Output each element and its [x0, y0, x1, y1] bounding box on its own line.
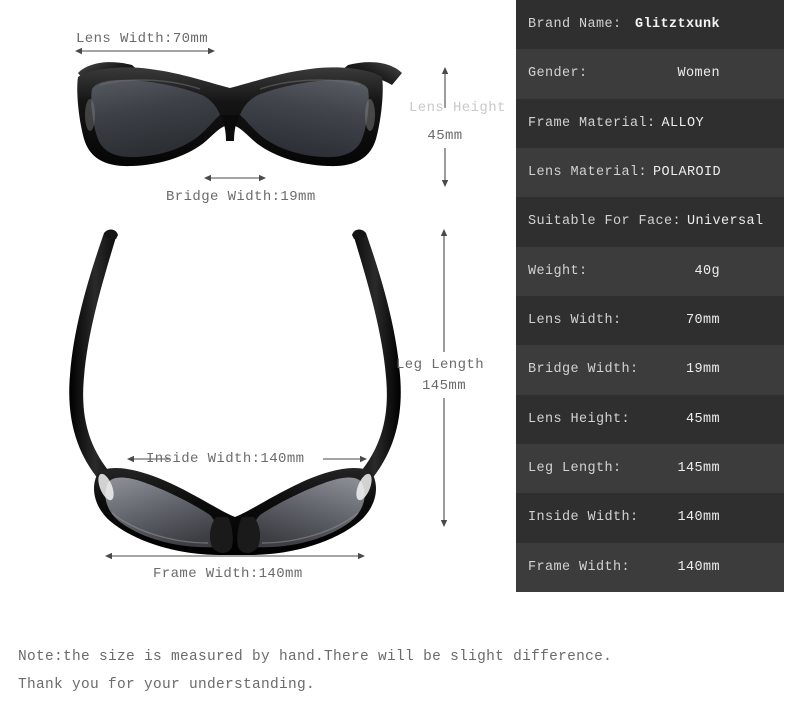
spec-value: Universal — [687, 214, 764, 230]
spec-value: 70mm — [685, 313, 720, 329]
dimension-arrows-overlay — [75, 47, 449, 560]
spec-value: 145mm — [677, 461, 720, 477]
spec-row: Lens Material: POLAROID — [516, 147, 784, 198]
specification-table: Brand Name: Glitztxunk Gender: Women Frame M… — [516, 0, 784, 592]
spec-value: 45mm — [685, 411, 720, 427]
spec-label: Suitable For Face: — [528, 214, 682, 230]
spec-row: Suitable For Face: Universal — [516, 197, 784, 247]
lens-height-value: 45mm — [427, 128, 463, 144]
spec-label: Lens Width: — [528, 313, 622, 329]
spec-value: 40g — [694, 263, 720, 279]
note-line-1: Note:the size is measured by hand.There … — [18, 649, 613, 665]
spec-label: Lens Material: — [528, 165, 648, 181]
frame-width-label: Frame Width:140mm — [153, 566, 303, 582]
spec-value: 140mm — [677, 559, 720, 575]
spec-row: Inside Width: 140mm — [516, 493, 784, 543]
spec-row: Bridge Width: 19mm — [516, 345, 784, 395]
measurement-note: Note:the size is measured by hand.There … — [18, 643, 638, 699]
spec-row: Gender: Women — [516, 49, 784, 99]
inside-width-label: Inside Width:140mm — [146, 451, 305, 467]
product-spec-sheet: Lens Width: 70mm Bridge Width: 19mm Lens H… — [0, 0, 790, 717]
spec-row: Leg Length: 145mm — [516, 443, 784, 494]
spec-value: POLAROID — [653, 165, 722, 181]
spec-label: Gender: — [528, 66, 588, 82]
lens-height-label: Lens Height — [409, 100, 506, 116]
lens-width-label: Lens Width:70mm — [76, 31, 209, 47]
leg-length-value: 145mm — [421, 378, 466, 394]
spec-label: Inside Width: — [528, 510, 639, 526]
spec-label: Frame Material: — [528, 115, 656, 131]
spec-value: Women — [677, 66, 720, 82]
spec-label: Bridge Width: — [528, 362, 639, 378]
spec-row: Frame Width: 140mm — [516, 542, 784, 592]
spec-value: 19mm — [685, 362, 720, 378]
spec-row: Frame Material: ALLOY — [516, 98, 784, 148]
spec-label: Frame Width: — [528, 559, 631, 575]
spec-label: Lens Height: — [528, 411, 631, 427]
spec-label: Brand Name: — [528, 17, 622, 33]
spec-row: Weight: 40g — [516, 246, 784, 296]
note-line-2: Thank you for your understanding. — [18, 677, 316, 693]
spec-value: 140mm — [677, 510, 720, 526]
spec-row: Brand Name: Glitztxunk — [516, 0, 784, 50]
spec-row: Lens Height: 45mm — [516, 394, 784, 444]
spec-row: Lens Width: 70mm — [516, 295, 784, 346]
leg-length-label: Leg Length — [396, 357, 485, 373]
spec-label: Leg Length: — [528, 461, 622, 477]
spec-value: ALLOY — [661, 115, 705, 131]
spec-label: Weight: — [528, 263, 588, 279]
spec-value: Glitztxunk — [634, 17, 720, 33]
bridge-width-label: Bridge Width:19mm — [166, 189, 316, 205]
